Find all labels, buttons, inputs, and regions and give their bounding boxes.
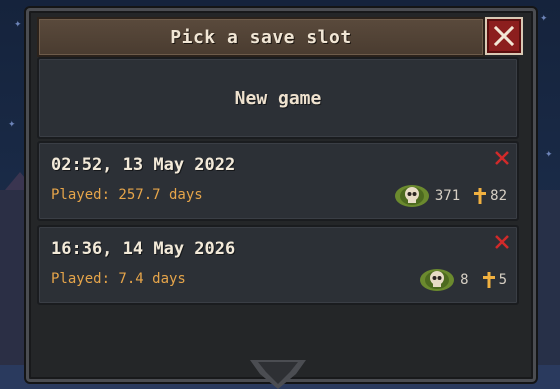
- star-icon: ✦: [14, 20, 22, 30]
- dialog-title-bar: Pick a save slot: [37, 17, 485, 57]
- cross-deaths-icon: [474, 188, 487, 204]
- save-slot-dialog: Pick a save slot New game 02:52, 13 May …: [26, 8, 536, 382]
- new-game-button[interactable]: New game: [37, 57, 519, 139]
- star-icon: ✦: [8, 120, 16, 130]
- new-game-label: New game: [234, 87, 322, 109]
- deaths-count: 5: [498, 272, 507, 288]
- panel-bottom-ornament: [250, 360, 306, 389]
- delete-slot-icon[interactable]: [493, 233, 511, 251]
- star-icon: ✦: [540, 14, 548, 24]
- close-button[interactable]: [485, 17, 523, 55]
- deaths-count: 82: [490, 188, 507, 204]
- close-icon: [493, 25, 515, 47]
- save-slot-stats: 8 5: [418, 267, 507, 293]
- save-slot-played-time: Played: 257.7 days: [51, 187, 203, 203]
- save-slot[interactable]: 02:52, 13 May 2022 Played: 257.7 days 37…: [37, 141, 519, 221]
- delete-slot-icon[interactable]: [493, 149, 511, 167]
- save-slot[interactable]: 16:36, 14 May 2026 Played: 7.4 days 8 5: [37, 225, 519, 305]
- cross-deaths-icon: [482, 272, 495, 288]
- kills-count: 371: [434, 188, 461, 204]
- save-slot-stats: 371 82: [393, 183, 507, 209]
- skull-kills-icon: [394, 185, 429, 207]
- dialog-title: Pick a save slot: [170, 26, 352, 48]
- kills-count: 8: [460, 272, 469, 288]
- skull-kills-icon: [420, 269, 455, 291]
- save-slot-date: 02:52, 13 May 2022: [51, 155, 236, 175]
- save-slot-date: 16:36, 14 May 2026: [51, 239, 236, 259]
- save-slot-played-time: Played: 7.4 days: [51, 271, 186, 287]
- star-icon: ✦: [545, 150, 553, 160]
